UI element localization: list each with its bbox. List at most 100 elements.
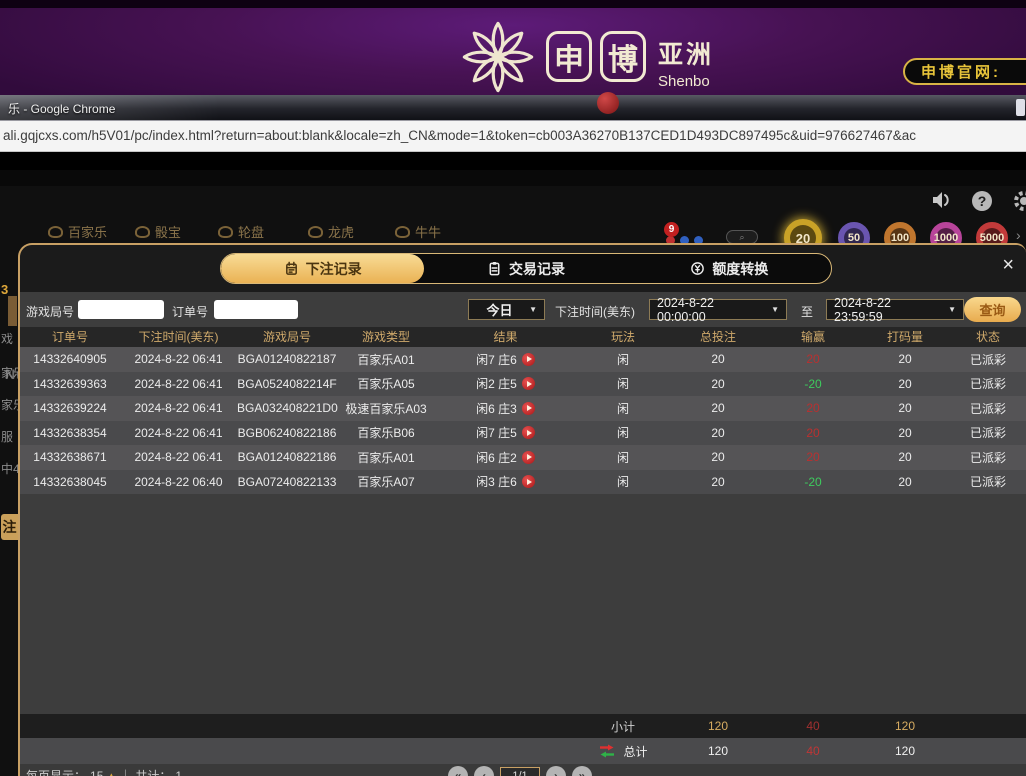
- game-icon: [395, 226, 410, 238]
- table-row: 143326380452024-8-22 06:40BGA07240822133…: [20, 470, 1026, 495]
- page-size-value[interactable]: 15: [90, 769, 103, 776]
- modal-tabs: 下注记录 交易记录 额度转换: [220, 253, 832, 284]
- cell-total: 20: [670, 401, 766, 415]
- cell-status: 已派彩: [950, 449, 1026, 466]
- lobby-nav-item[interactable]: 龙虎: [308, 222, 354, 241]
- subtotal-turnover: 120: [860, 719, 950, 733]
- official-site-button[interactable]: 申博官网:: [903, 58, 1026, 85]
- window-control[interactable]: [1016, 99, 1025, 116]
- table-row: 143326393632024-8-22 06:41BGA0524082214F…: [20, 372, 1026, 397]
- first-page-button[interactable]: «: [448, 766, 468, 776]
- date-from-select[interactable]: 2024-8-22 00:00:00 ▼: [649, 299, 787, 320]
- game-icon: [218, 226, 233, 238]
- result-text: 闲2 庄5: [476, 375, 517, 392]
- column-header: 输赢: [766, 327, 860, 347]
- total-winloss: 40: [766, 744, 860, 758]
- replay-play-icon[interactable]: [522, 377, 535, 390]
- sound-icon[interactable]: [930, 190, 952, 215]
- records-table-body: 143326409052024-8-22 06:41BGA01240822187…: [20, 347, 1026, 494]
- subtotal-total-bet: 120: [670, 719, 766, 733]
- table-row: 143326383542024-8-22 06:41BGB06240822186…: [20, 421, 1026, 446]
- lobby-nav-item[interactable]: 轮盘: [218, 222, 264, 241]
- date-to-select[interactable]: 2024-8-22 23:59:59 ▼: [826, 299, 964, 320]
- cell-winloss: 20: [766, 401, 860, 415]
- cell-total: 20: [670, 352, 766, 366]
- close-icon[interactable]: ×: [1002, 255, 1014, 275]
- cell-game: 百家乐B06: [337, 424, 435, 441]
- range-value: 今日: [476, 300, 523, 319]
- replay-play-icon[interactable]: [522, 353, 535, 366]
- sidebar-fragment[interactable]: 注: [1, 514, 18, 540]
- cell-game: 百家乐A01: [337, 449, 435, 466]
- cell-winloss: 20: [766, 426, 860, 440]
- cell-play: 闲: [576, 375, 670, 392]
- to-label: 至: [801, 303, 813, 320]
- result-text: 闲6 庄3: [476, 400, 517, 417]
- cell-play: 闲: [576, 449, 670, 466]
- brand-logo: 申 博: [546, 31, 646, 82]
- order-label: 订单号: [172, 303, 208, 320]
- window-title: 乐 - Google Chrome: [8, 100, 115, 117]
- search-button[interactable]: 查询: [964, 297, 1021, 322]
- logo-char-2: 博: [600, 31, 646, 82]
- total-label-cell: 总计: [576, 743, 670, 760]
- logo-char-1: 申: [546, 31, 592, 82]
- chips-more-arrow[interactable]: ›: [1016, 227, 1021, 243]
- tab-bet-records[interactable]: 下注记录: [221, 254, 424, 283]
- sidebar-fragment: 家乐: [1, 364, 18, 381]
- cell-round: BGA07240822133: [237, 475, 337, 489]
- nav-label: 骰宝: [155, 222, 181, 241]
- game-round-input[interactable]: [78, 300, 164, 319]
- cell-status: 已派彩: [950, 424, 1026, 441]
- cell-play: 闲: [576, 400, 670, 417]
- replay-play-icon[interactable]: [522, 402, 535, 415]
- lobby-nav-item[interactable]: 骰宝: [135, 222, 181, 241]
- replay-play-icon[interactable]: [522, 426, 535, 439]
- chevron-down-icon: ▼: [771, 305, 779, 314]
- settings-gear-icon[interactable]: [1012, 189, 1026, 218]
- address-bar[interactable]: ali.gqjcxs.com/h5V01/pc/index.html?retur…: [0, 120, 1026, 152]
- column-header: 下注时间(美东): [120, 327, 237, 347]
- cell-turnover: 20: [860, 475, 950, 489]
- cell-turnover: 20: [860, 352, 950, 366]
- replay-play-icon[interactable]: [522, 475, 535, 488]
- prev-page-button[interactable]: ‹: [474, 766, 494, 776]
- game-icon: [48, 226, 63, 238]
- cell-bet_time: 2024-8-22 06:40: [120, 475, 237, 489]
- column-header: 状态: [950, 327, 1026, 347]
- cell-game: 极速百家乐A03: [337, 400, 435, 417]
- cell-status: 已派彩: [950, 473, 1026, 490]
- range-select[interactable]: 今日 ▼: [468, 299, 545, 320]
- cell-bet_time: 2024-8-22 06:41: [120, 450, 237, 464]
- replay-play-icon[interactable]: [522, 451, 535, 464]
- window-titlebar: 乐 - Google Chrome: [0, 95, 1026, 120]
- table-footer: 每页显示： 15 ▲ ｜ 共计： 1 « ‹ 1/1 › »: [20, 764, 1026, 776]
- total-turnover: 120: [860, 744, 950, 758]
- last-page-button[interactable]: »: [572, 766, 592, 776]
- cell-bet_time: 2024-8-22 06:41: [120, 426, 237, 440]
- lobby-nav-item[interactable]: 百家乐: [48, 222, 107, 241]
- cell-result: 闲6 庄3: [435, 400, 576, 417]
- cell-game: 百家乐A05: [337, 375, 435, 392]
- tab-transaction-records[interactable]: 交易记录: [424, 254, 627, 283]
- next-page-button[interactable]: ›: [546, 766, 566, 776]
- tab-quota-transfer[interactable]: 额度转换: [628, 254, 831, 283]
- cell-total: 20: [670, 377, 766, 391]
- date-from-value: 2024-8-22 00:00:00: [657, 296, 765, 324]
- lobby-nav-item[interactable]: 牛牛: [395, 222, 441, 241]
- logo-en-text: Shenbo: [658, 73, 714, 90]
- subtotal-winloss: 40: [766, 719, 860, 733]
- caret-up-icon[interactable]: ▲: [107, 771, 115, 776]
- table-row: 143326386712024-8-22 06:41BGA01240822186…: [20, 445, 1026, 470]
- screen: 申 博 亚洲 Shenbo 申博官网: 乐 - Google Chrome al…: [0, 0, 1026, 776]
- sidebar-fragment: 中4: [1, 460, 18, 477]
- roadmap-search-icon[interactable]: ⌕: [726, 230, 758, 244]
- sidebar-fragment: 家乐: [1, 396, 18, 413]
- column-header: 总投注: [670, 327, 766, 347]
- table-row: 143326392242024-8-22 06:41BGA032408221D0…: [20, 396, 1026, 421]
- order-input[interactable]: [214, 300, 298, 319]
- record-count-label: 共计：: [135, 767, 171, 776]
- nav-label: 龙虎: [328, 222, 354, 241]
- cell-round: BGA032408221D0: [237, 401, 337, 415]
- help-icon[interactable]: ?: [972, 191, 992, 211]
